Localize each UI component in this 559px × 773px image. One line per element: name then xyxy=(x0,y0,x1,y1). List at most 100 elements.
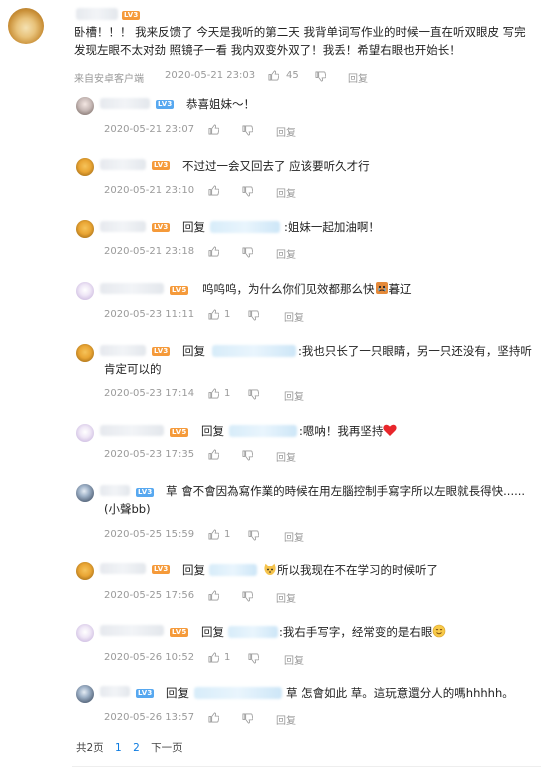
level-badge: LV5 xyxy=(170,628,189,637)
reply-time: 2020-05-21 23:07 xyxy=(104,124,195,135)
avatar[interactable] xyxy=(76,158,94,176)
reply-target-blurred[interactable] xyxy=(212,345,296,357)
reply-text: 所以我现在不在学习的时候听了 xyxy=(263,562,438,580)
like-icon[interactable] xyxy=(208,529,219,540)
dislike-icon[interactable] xyxy=(248,389,259,400)
like-icon[interactable] xyxy=(208,388,219,399)
dislike-icon[interactable] xyxy=(242,125,253,136)
dislike-icon[interactable] xyxy=(242,713,253,724)
reply-button[interactable]: 回复 xyxy=(284,652,304,667)
reply-text: 恭喜姐妹～！ xyxy=(186,97,255,111)
like-icon[interactable] xyxy=(268,70,279,81)
page-total: 共2页 xyxy=(76,742,104,754)
divider xyxy=(72,766,541,767)
reply-target-blurred[interactable] xyxy=(210,221,280,233)
reply-button[interactable]: 回复 xyxy=(276,590,296,605)
reply-button[interactable]: 回复 xyxy=(276,246,296,261)
like-icon[interactable] xyxy=(208,652,219,663)
reply-time: 2020-05-23 11:11 xyxy=(104,309,195,320)
reply-button[interactable]: 回复 xyxy=(284,529,304,544)
reply-prefix: 回复 xyxy=(182,344,205,358)
like-icon[interactable] xyxy=(208,246,219,257)
username-blurred[interactable] xyxy=(100,485,130,496)
level-badge: LV3 xyxy=(122,11,141,20)
username-blurred[interactable] xyxy=(100,425,164,436)
like-icon[interactable] xyxy=(208,124,219,135)
reply-prefix: 回复 xyxy=(201,625,224,639)
comment-text-line1: 卧槽！！！ 我来反馈了 今天是我听的第二天 我背单词写作业的时候一直在听双眼皮 … xyxy=(74,25,526,39)
like-icon[interactable] xyxy=(208,185,219,196)
reply-target-blurred[interactable] xyxy=(229,425,297,437)
reply-target-blurred[interactable] xyxy=(228,626,278,638)
like-icon[interactable] xyxy=(208,449,219,460)
username-blurred[interactable] xyxy=(76,8,118,20)
pagination: 共2页 1 2 下一页 xyxy=(76,740,191,755)
reply-text: 草 會不會因為寫作業的時候在用左腦控制手寫字所以左眼就長得快...... xyxy=(166,484,526,498)
dislike-icon[interactable] xyxy=(315,71,326,82)
page-1-link[interactable]: 1 xyxy=(115,742,122,754)
next-page-link[interactable]: 下一页 xyxy=(151,742,183,754)
avatar[interactable] xyxy=(76,562,94,580)
avatar[interactable] xyxy=(76,344,94,362)
username-blurred[interactable] xyxy=(100,563,146,574)
dislike-icon[interactable] xyxy=(248,530,259,541)
reply-text: 草 怎會如此 草。這玩意還分人的嗎hhhhh。 xyxy=(286,686,514,700)
reply-text-main: :我右手写字，经常变的是右眼 xyxy=(279,625,433,639)
level-badge: LV3 xyxy=(136,689,155,698)
username-blurred[interactable] xyxy=(100,625,164,636)
reply-time: 2020-05-23 17:35 xyxy=(104,449,195,460)
dislike-icon[interactable] xyxy=(242,450,253,461)
reply-text-line2: 肯定可以的 xyxy=(104,362,162,376)
reply-button[interactable]: 回复 xyxy=(276,124,296,139)
reply-text-tail: 暮辽 xyxy=(388,282,412,296)
level-badge: LV3 xyxy=(152,223,171,232)
avatar[interactable] xyxy=(76,220,94,238)
reply-time: 2020-05-25 15:59 xyxy=(104,529,195,540)
dislike-icon[interactable] xyxy=(242,247,253,258)
avatar[interactable] xyxy=(76,484,94,502)
avatar[interactable] xyxy=(76,282,94,300)
like-icon[interactable] xyxy=(208,712,219,723)
username-blurred[interactable] xyxy=(100,345,146,356)
level-badge: LV3 xyxy=(136,488,155,497)
reply-text-main: 呜呜呜，为什么你们见效都那么快 xyxy=(202,282,375,296)
level-badge: LV3 xyxy=(152,347,171,356)
page-2-link[interactable]: 2 xyxy=(133,742,140,754)
reply-button[interactable]: 回复 xyxy=(284,309,304,324)
reply-button[interactable]: 回复 xyxy=(276,712,296,727)
dislike-icon[interactable] xyxy=(242,186,253,197)
reply-text: :我右手写字，经常变的是右眼 xyxy=(279,624,446,642)
reply-button[interactable]: 回复 xyxy=(276,185,296,200)
reply-time: 2020-05-26 13:57 xyxy=(104,712,195,723)
reply-time: 2020-05-23 17:14 xyxy=(104,388,195,399)
like-count: 1 xyxy=(224,652,231,663)
avatar[interactable] xyxy=(76,424,94,442)
reply-target-blurred[interactable] xyxy=(194,687,282,699)
reply-text: 呜呜呜，为什么你们见效都那么快 暮辽 xyxy=(202,281,412,299)
like-icon[interactable] xyxy=(208,309,219,320)
reply-button[interactable]: 回复 xyxy=(348,70,368,85)
like-count: 1 xyxy=(224,529,231,540)
level-badge: LV3 xyxy=(152,565,171,574)
username-blurred[interactable] xyxy=(100,221,146,232)
username-blurred[interactable] xyxy=(100,686,130,697)
avatar[interactable] xyxy=(8,8,44,44)
reply-button[interactable]: 回复 xyxy=(284,388,304,403)
avatar[interactable] xyxy=(76,685,94,703)
username-blurred[interactable] xyxy=(100,98,150,109)
dislike-icon[interactable] xyxy=(248,653,259,664)
reply-prefix: 回复 xyxy=(201,424,224,438)
like-icon[interactable] xyxy=(208,590,219,601)
avatar[interactable] xyxy=(76,97,94,115)
avatar[interactable] xyxy=(76,624,94,642)
dislike-icon[interactable] xyxy=(248,310,259,321)
username-blurred[interactable] xyxy=(100,159,146,170)
like-count: 45 xyxy=(286,70,299,81)
cat-face-icon xyxy=(263,563,277,580)
username-blurred[interactable] xyxy=(100,283,164,294)
level-badge: LV3 xyxy=(156,100,175,109)
reply-button[interactable]: 回复 xyxy=(276,449,296,464)
reply-target-blurred[interactable] xyxy=(209,564,257,576)
level-badge: LV5 xyxy=(170,428,189,437)
dislike-icon[interactable] xyxy=(242,591,253,602)
